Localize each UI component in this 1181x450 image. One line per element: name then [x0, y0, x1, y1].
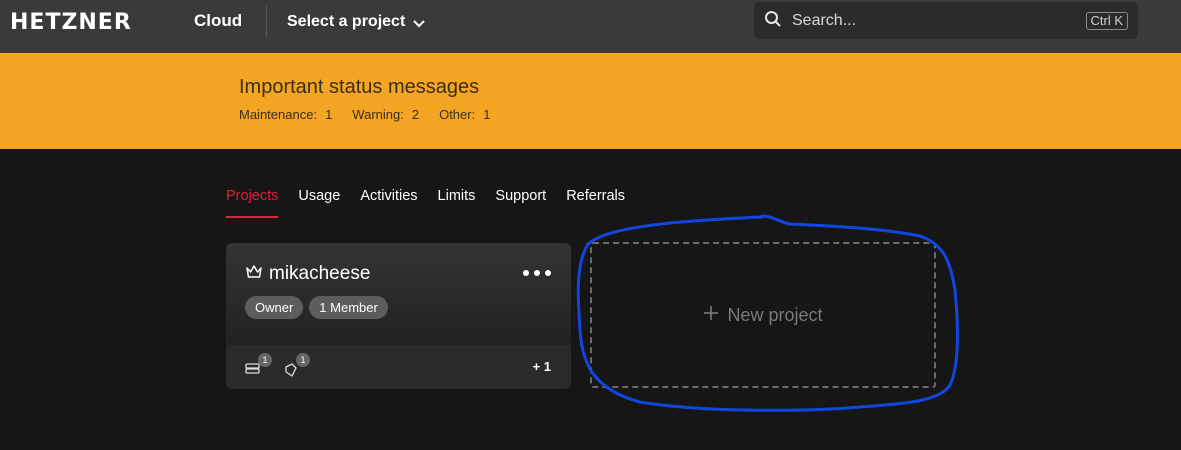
top-bar: HETZNER Cloud Select a project Ctrl K	[0, 0, 1181, 53]
project-badges: Owner 1 Member	[245, 296, 388, 319]
tab-projects[interactable]: Projects	[226, 188, 279, 218]
member-badge: 1 Member	[309, 296, 388, 319]
menu-dot-icon	[523, 270, 529, 276]
tab-usage[interactable]: Usage	[298, 188, 340, 218]
more-resources-count[interactable]: + 1	[533, 359, 551, 374]
project-selector-label: Select a project	[287, 13, 406, 30]
search-bar[interactable]: Ctrl K	[754, 2, 1138, 39]
cloud-product-label: Cloud	[194, 11, 243, 30]
maintenance-value: 1	[325, 107, 333, 122]
project-more-menu[interactable]	[523, 265, 551, 281]
search-input[interactable]	[792, 11, 1086, 30]
ip-resource[interactable]: 1	[282, 353, 310, 381]
warning-count: Warning: 2	[352, 107, 419, 122]
tab-limits[interactable]: Limits	[438, 188, 476, 218]
project-card-footer: 1 1 + 1	[226, 345, 571, 389]
project-name: mikacheese	[269, 263, 371, 284]
project-name-row: mikacheese	[245, 263, 370, 285]
chevron-down-icon	[413, 13, 425, 32]
menu-dot-icon	[534, 270, 540, 276]
other-value: 1	[483, 107, 491, 122]
warning-label: Warning:	[352, 107, 404, 122]
search-icon	[764, 10, 782, 32]
new-project-button[interactable]: New project	[590, 242, 936, 388]
tab-referrals[interactable]: Referrals	[566, 188, 625, 218]
header-divider	[266, 6, 267, 38]
other-count: Other: 1	[439, 107, 490, 122]
tab-activities[interactable]: Activities	[360, 188, 417, 218]
hetzner-logo[interactable]: HETZNER	[10, 10, 132, 35]
warning-value: 2	[411, 107, 420, 122]
server-count: 1	[258, 353, 272, 367]
maintenance-count: Maintenance: 1	[239, 107, 332, 122]
new-project-label: New project	[727, 304, 823, 325]
ip-count: 1	[296, 353, 310, 367]
project-card[interactable]: mikacheese Owner 1 Member 1 1 + 1	[226, 243, 571, 389]
crown-icon	[245, 264, 263, 284]
search-shortcut-hint: Ctrl K	[1085, 11, 1128, 30]
menu-dot-icon	[545, 270, 551, 276]
owner-badge: Owner	[245, 296, 304, 319]
project-selector[interactable]: Select a project	[287, 10, 425, 34]
tab-support[interactable]: Support	[495, 188, 546, 218]
status-banner-title: Important status messages	[239, 76, 480, 98]
other-label: Other:	[439, 107, 476, 122]
plus-icon	[703, 305, 719, 325]
status-banner[interactable]: Important status messages Maintenance: 1…	[0, 53, 1181, 149]
status-counts: Maintenance: 1 Warning: 2 Other: 1	[239, 107, 490, 122]
maintenance-label: Maintenance:	[239, 107, 318, 122]
main-tabs: Projects Usage Activities Limits Support…	[226, 188, 645, 218]
server-resource[interactable]: 1	[244, 353, 272, 381]
